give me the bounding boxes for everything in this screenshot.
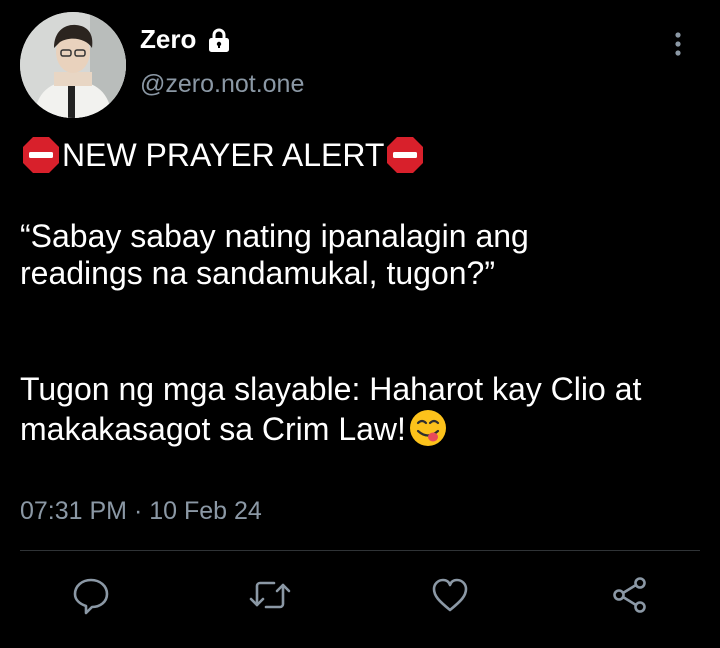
- display-name[interactable]: Zero: [140, 24, 196, 55]
- stop-sign-icon: [384, 134, 426, 176]
- quote-line-2: readings na sandamukal, tugon?”: [20, 255, 495, 291]
- share-button[interactable]: [608, 575, 652, 619]
- divider: [20, 550, 700, 551]
- reply-icon: [71, 575, 111, 620]
- response-line-2-text: makakasagot sa Crim Law!: [20, 411, 406, 447]
- stop-sign-icon: [20, 134, 62, 176]
- lock-icon: [206, 27, 232, 53]
- face-savoring-food-emoji-icon: [408, 408, 448, 448]
- alert-text: NEW PRAYER ALERT: [62, 136, 385, 173]
- alert-line: NEW PRAYER ALERT: [20, 134, 720, 176]
- retweet-icon: [248, 575, 292, 620]
- share-icon: [610, 575, 650, 620]
- action-bar: [0, 575, 720, 625]
- reply-button[interactable]: [69, 575, 113, 619]
- author-handle[interactable]: @zero.not.one: [140, 70, 304, 99]
- heart-icon: [430, 575, 470, 620]
- avatar[interactable]: [20, 12, 126, 118]
- response-line-1: Tugon ng mga slayable: Haharot kay Clio …: [20, 371, 642, 407]
- quote-line-1: “Sabay sabay nating ipanalagin ang: [20, 218, 529, 254]
- tweet-timestamp[interactable]: 07:31 PM · 10 Feb 24: [20, 497, 262, 526]
- like-button[interactable]: [428, 575, 472, 619]
- tweet-text: NEW PRAYER ALERT “Sabay sabay nating ipa…: [20, 134, 720, 448]
- more-options-icon[interactable]: [664, 30, 692, 60]
- response-line-2: makakasagot sa Crim Law!: [20, 408, 720, 448]
- author-name-row: Zero: [140, 24, 232, 55]
- retweet-button[interactable]: [248, 575, 292, 619]
